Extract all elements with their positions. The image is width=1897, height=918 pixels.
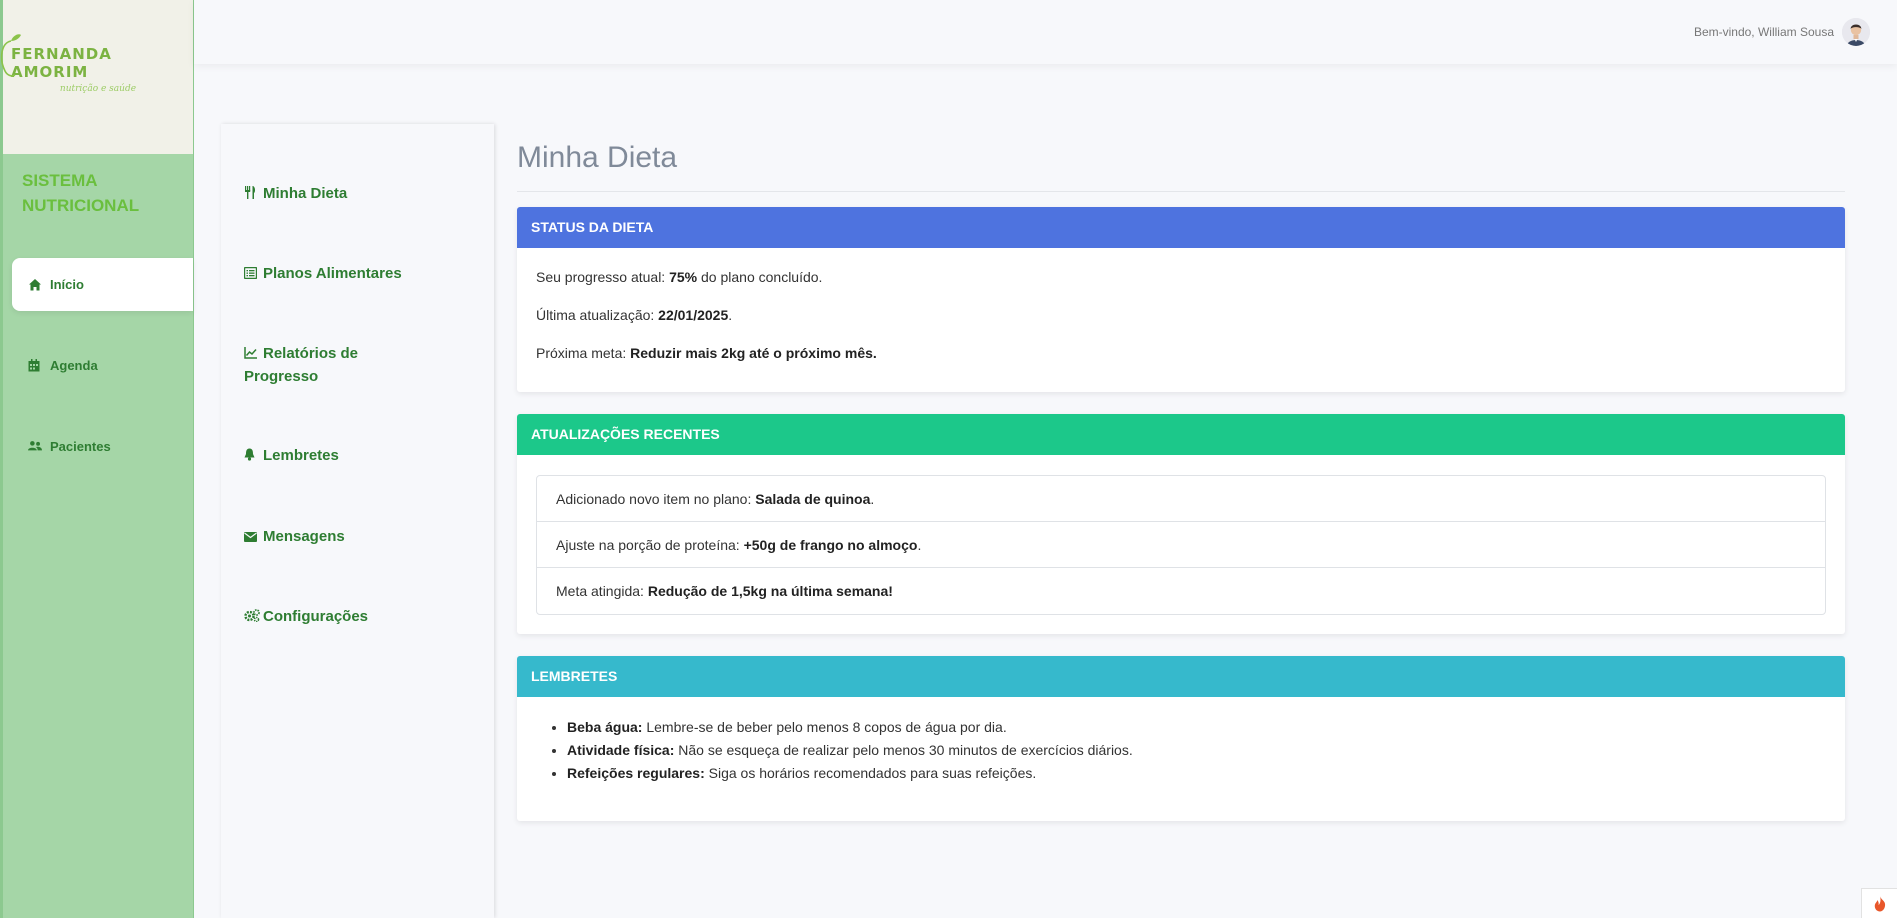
- reminders-list: Beba água: Lembre-se de beber pelo menos…: [536, 716, 1826, 785]
- submenu-item-lembretes[interactable]: Lembretes: [244, 444, 444, 467]
- diet-submenu: Minha Dieta Planos Alimentares Relatório…: [221, 124, 494, 918]
- sidebar-item-label: Início: [50, 277, 84, 292]
- last-update-value: 22/01/2025: [658, 307, 729, 323]
- list-item: Beba água: Lembre-se de beber pelo menos…: [567, 716, 1826, 739]
- welcome-text: Bem-vindo, William Sousa: [1693, 25, 1834, 39]
- top-bar: Bem-vindo, William Sousa: [194, 0, 1897, 64]
- chart-line-icon: [244, 343, 257, 359]
- sidebar-item-pacientes[interactable]: Pacientes: [12, 420, 193, 473]
- progress-line: Seu progresso atual: 75% do plano conclu…: [536, 269, 823, 285]
- sidebar-item-label: Agenda: [50, 358, 98, 373]
- sidebar-item-inicio[interactable]: Início: [12, 258, 193, 311]
- submenu-item-configuracoes[interactable]: Configurações: [244, 605, 444, 628]
- submenu-item-planos-alimentares[interactable]: Planos Alimentares: [243, 262, 444, 285]
- users-icon: [28, 440, 42, 454]
- user-avatar-icon: [1842, 18, 1870, 46]
- next-goal-value: Reduzir mais 2kg até o próximo mês.: [630, 345, 877, 361]
- status-card: STATUS DA DIETA Seu progresso atual: 75%…: [517, 207, 1845, 392]
- logo[interactable]: FERNANDA AMORIM nutrição e saúde: [0, 0, 193, 154]
- submenu-item-mensagens[interactable]: Mensagens: [244, 525, 444, 548]
- submenu-item-label: Mensagens: [263, 528, 345, 545]
- submenu-item-label: Relatórios de Progresso: [244, 345, 359, 385]
- progress-value: 75%: [669, 269, 698, 285]
- sidebar-nav: Início Agenda Pacientes: [3, 258, 193, 473]
- logo-text: FERNANDA AMORIM: [0, 33, 193, 81]
- updates-card-header: ATUALIZAÇÕES RECENTES: [517, 414, 1845, 455]
- calendar-icon: [28, 358, 42, 373]
- reminders-card: LEMBRETES Beba água: Lembre-se de beber …: [517, 656, 1845, 821]
- cogs-icon: [244, 606, 260, 623]
- status-card-body: Seu progresso atual: 75% do plano conclu…: [517, 248, 1845, 392]
- list-item: Refeições regulares: Siga os horários re…: [567, 762, 1826, 785]
- updates-list: Adicionado novo item no plano: Salada de…: [536, 475, 1826, 615]
- submenu-item-relatorios-progresso[interactable]: Relatórios de Progresso: [244, 342, 374, 388]
- reminders-card-header: LEMBRETES: [517, 656, 1845, 697]
- apple-leaf-icon: [0, 33, 21, 77]
- updates-card-body: Adicionado novo item no plano: Salada de…: [517, 455, 1845, 634]
- list-item: Ajuste na porção de proteína: +50g de fr…: [537, 522, 1825, 568]
- status-card-header: STATUS DA DIETA: [517, 207, 1845, 248]
- avatar[interactable]: [1842, 18, 1870, 46]
- main-content: Minha Dieta STATUS DA DIETA Seu progress…: [517, 124, 1845, 821]
- submenu-item-label: Minha Dieta: [263, 185, 348, 202]
- sidebar: FERNANDA AMORIM nutrição e saúde SISTEMA…: [0, 0, 194, 918]
- system-title: SISTEMA NUTRICIONAL: [22, 171, 140, 215]
- bell-icon: [244, 445, 257, 461]
- envelope-icon: [244, 526, 257, 542]
- sidebar-item-label: Pacientes: [50, 439, 111, 454]
- list-item: Atividade física: Não se esqueça de real…: [567, 739, 1826, 762]
- reminders-card-body: Beba água: Lembre-se de beber pelo menos…: [517, 697, 1845, 821]
- list-item: Meta atingida: Redução de 1,5kg na últim…: [556, 583, 893, 599]
- list-item: Adicionado novo item no plano: Salada de…: [537, 476, 1825, 522]
- submenu-item-label: Planos Alimentares: [263, 265, 402, 282]
- updates-card: ATUALIZAÇÕES RECENTES Adicionado novo it…: [517, 414, 1845, 634]
- submenu-item-label: Lembretes: [263, 447, 339, 464]
- home-icon: [28, 278, 42, 292]
- utensils-icon: [244, 183, 257, 199]
- submenu-item-minha-dieta[interactable]: Minha Dieta: [244, 182, 444, 205]
- fire-icon: [1874, 895, 1885, 911]
- last-update-line: Última atualização: 22/01/2025.: [536, 307, 733, 323]
- next-goal-line: Próxima meta: Reduzir mais 2kg até o pró…: [536, 345, 877, 361]
- logo-tagline: nutrição e saúde: [59, 83, 137, 94]
- submenu-item-label: Configurações: [263, 608, 369, 625]
- floating-action-button[interactable]: [1861, 888, 1897, 918]
- list-alt-icon: [243, 263, 258, 280]
- page-title: Minha Dieta: [517, 124, 1845, 192]
- sidebar-item-agenda[interactable]: Agenda: [12, 339, 193, 392]
